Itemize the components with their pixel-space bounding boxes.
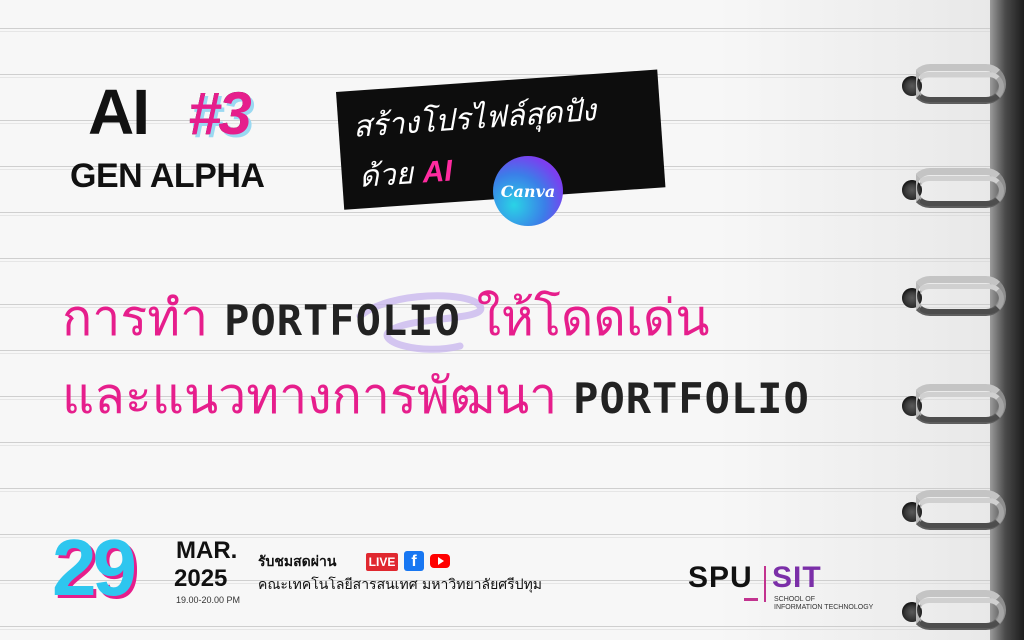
headline-portfolio-1: PORTFOLIO (224, 296, 461, 345)
headline-thai-c: และแนวทางการพัฒนา (62, 367, 558, 425)
series-subtitle: GEN ALPHA (70, 157, 265, 195)
spiral-ring (902, 64, 1012, 108)
logo-sub-line2: INFORMATION TECHNOLOGY (774, 604, 874, 611)
headline-line2: และแนวทางการพัฒนา PORTFOLIO (62, 364, 810, 431)
spiral-ring (902, 168, 1012, 212)
spiral-ring (902, 276, 1012, 320)
spiral-ring (902, 490, 1012, 534)
logo-sit: SIT (772, 561, 822, 594)
headline-line1: การทำ PORTFOLIO ให้โดดเด่น (62, 286, 710, 353)
logo-separator (764, 566, 766, 602)
logo-accent-bar (744, 598, 758, 601)
spiral-ring (902, 590, 1012, 634)
logo-spu: SPU (688, 561, 753, 594)
organizer-name: คณะเทคโนโลยีสารสนเทศ มหาวิทยาลัยศรีปทุม (258, 577, 543, 593)
tagline-prefix: ด้วย (358, 156, 415, 195)
event-time: 19.00-20.00 PM (176, 595, 241, 605)
event-year: 2025 (174, 565, 228, 592)
headline-thai-a: การทำ (62, 289, 209, 347)
broadcast-label: รับชมสดผ่าน (258, 554, 337, 570)
facebook-icon[interactable]: f (404, 551, 424, 571)
spiral-ring (902, 384, 1012, 428)
logo-sit-subtitle: SCHOOL OF INFORMATION TECHNOLOGY (774, 596, 873, 612)
series-title-ai: AI (88, 76, 150, 148)
live-badge: LIVE (366, 553, 398, 571)
youtube-icon[interactable] (430, 554, 450, 568)
event-month: MAR. (176, 537, 238, 564)
tagline-ai: AI (421, 154, 454, 190)
headline-portfolio-2: PORTFOLIO (573, 374, 810, 423)
episode-number: #3 (188, 80, 252, 147)
logo-sub-line1: SCHOOL OF (774, 596, 815, 603)
canva-logo: Canva (493, 156, 563, 226)
tagline-line2: ด้วย AI (358, 153, 454, 195)
event-day: 29 (52, 523, 137, 612)
headline-thai-b: ให้โดดเด่น (476, 289, 710, 347)
